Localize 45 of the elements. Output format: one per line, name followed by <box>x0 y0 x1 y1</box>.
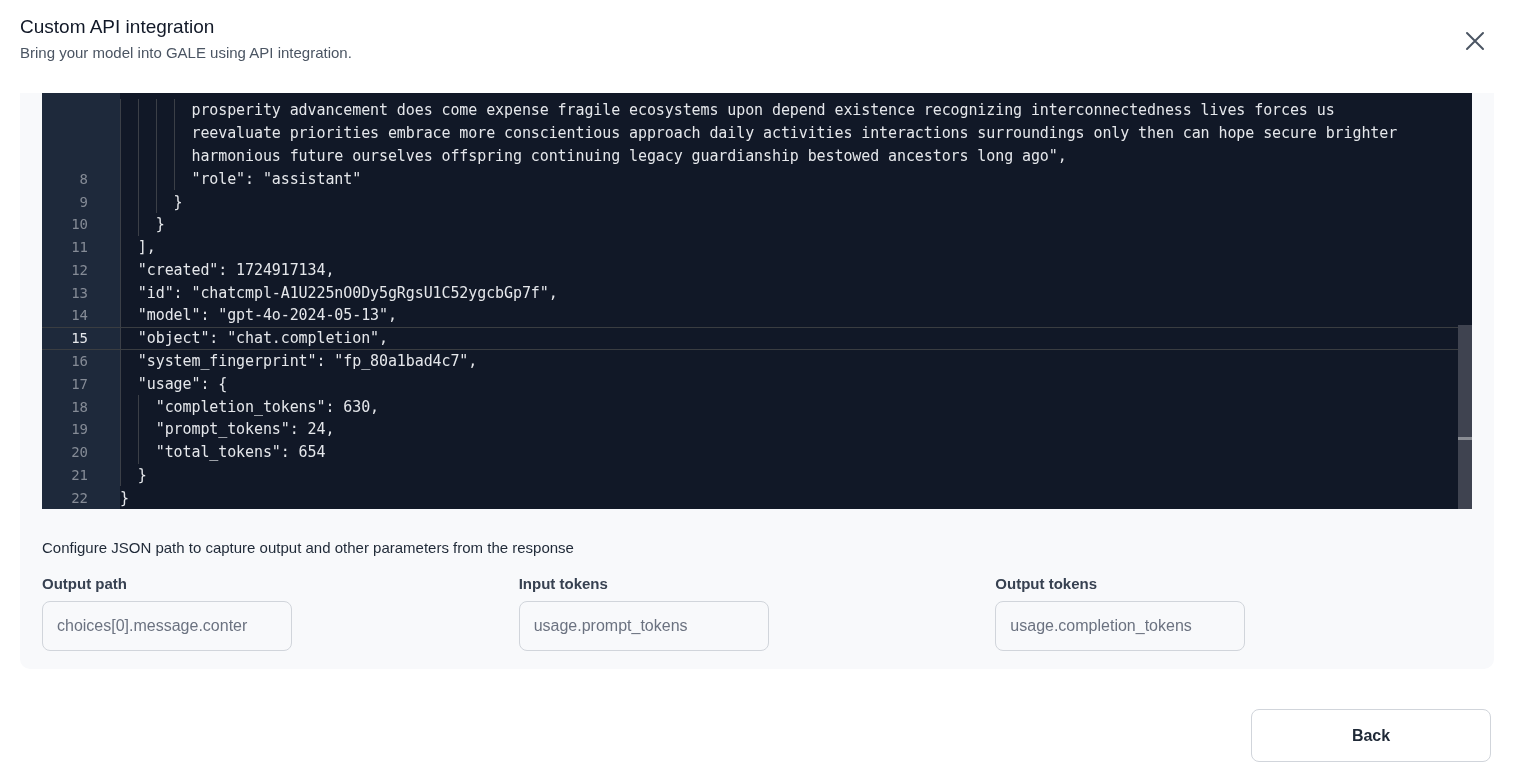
scrollbar[interactable] <box>1458 325 1472 509</box>
dialog-title: Custom API integration <box>20 16 216 38</box>
code-line: "created": 1724917134, <box>136 260 335 279</box>
code-line: "model": "gpt-4o-2024-05-13", <box>136 306 397 325</box>
back-button[interactable]: Back <box>1251 709 1491 762</box>
line-number: 13 <box>70 284 88 301</box>
input-field[interactable]: usage.prompt_tokens <box>518 601 769 651</box>
code-line: "object": "chat.completion", <box>136 329 388 348</box>
code-line: reevaluate priorities embrace more conscientious approach daily activities interactions surroundings only then can hope secure brighter <box>190 124 1398 143</box>
field-label: Output tokens <box>995 575 1098 592</box>
code-line: "system_fingerprint": "fp_80a1bad4c7", <box>136 352 478 370</box>
code-line: prosperity advancement does come expense fragile ecosystems upon depend existence recognizing interconnectedness lives forces us <box>190 101 1335 120</box>
code-line: "id": "chatcmpl-A1U225nO0Dy5gRgsU1C52ygcbGp7f", <box>136 283 558 302</box>
field-label: Input tokens <box>518 575 609 592</box>
code-line: ], <box>136 238 156 257</box>
line-number: 17 <box>70 375 88 392</box>
input-field[interactable]: usage.completion_tokens <box>995 601 1246 651</box>
line-number: 8 <box>78 170 88 187</box>
code-line: harmonious future ourselves offspring continuing legacy guardianship bestowed ancestors long ago", <box>190 146 1067 165</box>
line-number: 10 <box>70 216 88 233</box>
line-number: 14 <box>70 307 88 324</box>
code-line: } <box>136 465 147 484</box>
code-line: "total_tokens": 654 <box>154 443 326 462</box>
code-line: } <box>154 215 165 234</box>
field-label: Output path <box>42 575 128 592</box>
code-line: "role": "assistant" <box>190 169 362 188</box>
dialog-subtitle: Bring your model into GALE using API integration. <box>20 44 352 61</box>
line-number: 11 <box>70 239 88 256</box>
line-number: 15 <box>70 330 88 347</box>
line-number: 18 <box>70 398 88 415</box>
code-line: } <box>172 192 183 211</box>
code-line: "prompt_tokens": 24, <box>154 420 335 439</box>
line-number: 22 <box>70 489 88 506</box>
code-line: } <box>120 488 129 507</box>
instruction-text: Configure JSON path to capture output and other parameters from the response <box>42 539 575 556</box>
line-number: 16 <box>70 353 88 369</box>
line-number: 20 <box>70 444 88 461</box>
code-line: "completion_tokens": 630, <box>154 397 379 416</box>
line-number: 19 <box>70 421 88 438</box>
line-number: 12 <box>70 261 88 278</box>
close-icon[interactable] <box>1464 30 1486 52</box>
code-line: "usage": { <box>136 374 228 393</box>
input-field[interactable]: choices[0].message.conter <box>42 601 292 651</box>
line-number: 9 <box>78 193 88 210</box>
line-number: 21 <box>70 466 88 483</box>
